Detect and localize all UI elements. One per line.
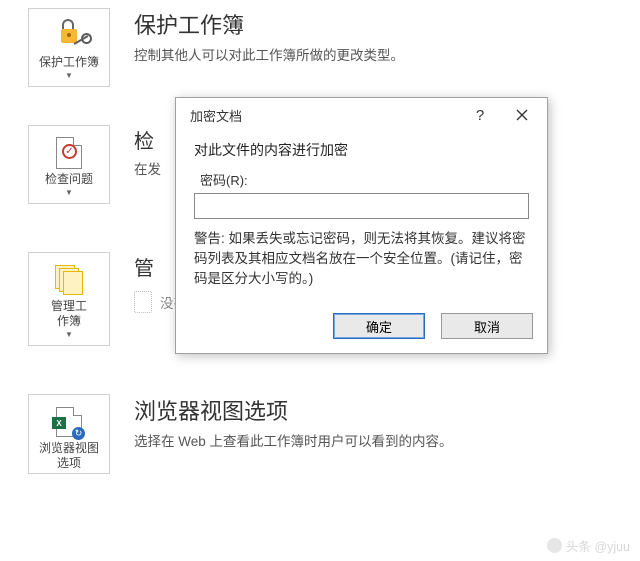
- watermark-text: 头条 @yjuu: [566, 536, 630, 555]
- manage-tile[interactable]: 管理工 作簿 ▼: [28, 252, 110, 346]
- chevron-down-icon: ▼: [65, 331, 73, 339]
- tile-label: 管理工 作簿: [51, 299, 87, 329]
- watermark-icon: [547, 538, 562, 553]
- cancel-label: 取消: [474, 317, 500, 336]
- chevron-down-icon: ▼: [65, 72, 73, 80]
- inspect-info: 检 在发: [134, 125, 161, 178]
- protect-workbook-tile[interactable]: 保护工作簿 ▼: [28, 8, 110, 87]
- watermark: 头条 @yjuu: [547, 536, 630, 555]
- section-desc: 选择在 Web 上查看此工作簿时用户可以看到的内容。: [134, 430, 453, 450]
- close-button[interactable]: [501, 100, 543, 130]
- cancel-button[interactable]: 取消: [441, 313, 533, 339]
- page-stack-icon: [49, 263, 89, 297]
- password-label: 密码(R):: [200, 170, 529, 189]
- encrypt-document-dialog: 加密文档 ? 对此文件的内容进行加密 密码(R): 警告: 如果丢失或忘记密码，…: [175, 97, 548, 354]
- dialog-body: 对此文件的内容进行加密 密码(R): 警告: 如果丢失或忘记密码，则无法将其恢复…: [176, 132, 547, 303]
- lock-key-icon: [49, 19, 89, 53]
- help-icon: ?: [476, 107, 484, 124]
- section-heading: 浏览器视图选项: [134, 394, 453, 426]
- dialog-title: 加密文档: [190, 106, 242, 125]
- dialog-heading: 对此文件的内容进行加密: [194, 140, 529, 160]
- section-heading: 检: [134, 125, 161, 154]
- section-heading: 保护工作簿: [134, 8, 404, 40]
- browser-info: 浏览器视图选项 选择在 Web 上查看此工作簿时用户可以看到的内容。: [134, 394, 453, 450]
- chevron-down-icon: ▼: [65, 189, 73, 197]
- password-input[interactable]: [194, 193, 529, 219]
- tile-label: 保护工作簿: [39, 55, 99, 70]
- dialog-footer: 确定 取消: [176, 303, 547, 353]
- help-button[interactable]: ?: [459, 100, 501, 130]
- excel-refresh-icon: X ↻: [49, 405, 89, 439]
- ok-button[interactable]: 确定: [333, 313, 425, 339]
- dialog-titlebar: 加密文档 ?: [176, 98, 547, 132]
- inspect-tile[interactable]: ✓ 检查问题 ▼: [28, 125, 110, 204]
- dialog-warning: 警告: 如果丢失或忘记密码，则无法将其恢复。建议将密码列表及其相应文档名放在一个…: [194, 229, 529, 289]
- tile-label: 浏览器视图 选项: [39, 441, 99, 471]
- section-desc: 控制其他人可以对此工作簿所做的更改类型。: [134, 44, 404, 64]
- ok-label: 确定: [366, 317, 392, 336]
- protect-info: 保护工作簿 控制其他人可以对此工作簿所做的更改类型。: [134, 8, 404, 64]
- section-desc: 在发: [134, 158, 161, 178]
- browser-view-section: X ↻ 浏览器视图 选项 浏览器视图选项 选择在 Web 上查看此工作簿时用户可…: [0, 386, 640, 504]
- document-placeholder-icon: [134, 291, 152, 313]
- browser-view-tile[interactable]: X ↻ 浏览器视图 选项: [28, 394, 110, 474]
- tile-label: 检查问题: [45, 172, 93, 187]
- checklist-icon: ✓: [49, 136, 89, 170]
- close-icon: [516, 109, 528, 121]
